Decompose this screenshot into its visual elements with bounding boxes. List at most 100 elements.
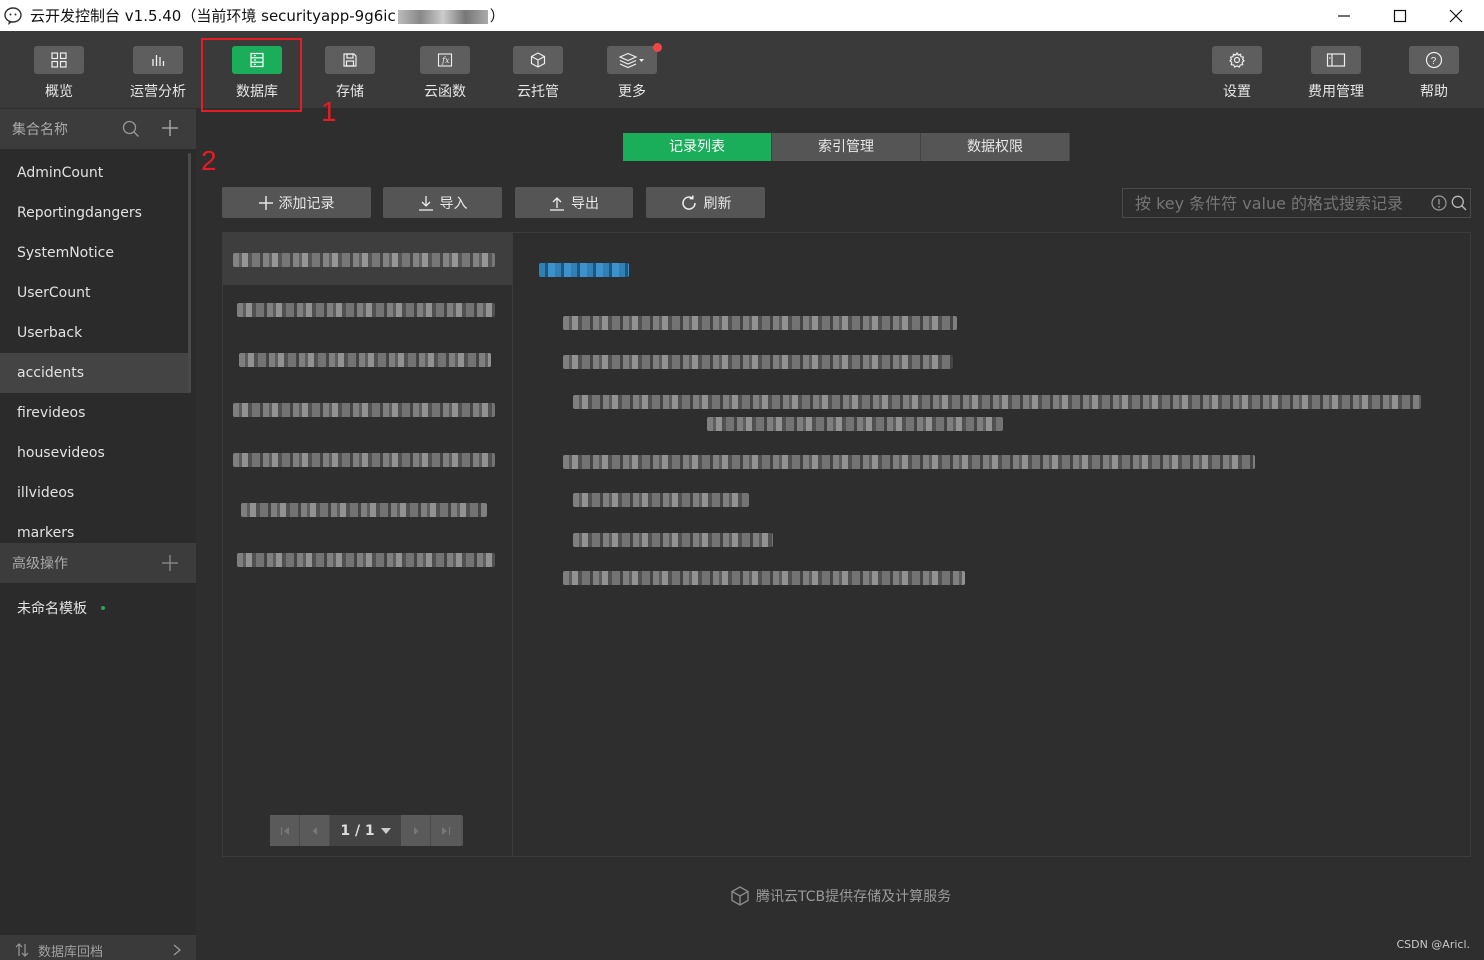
record-id-redacted[interactable] <box>239 353 491 367</box>
collection-item[interactable]: AdminCount <box>0 153 188 193</box>
template-item[interactable]: 未命名模板 <box>17 598 105 618</box>
tool-cloud-hosting[interactable]: 云托管 <box>498 46 578 101</box>
field-redacted[interactable] <box>573 533 773 547</box>
tool-label: 云函数 <box>424 84 466 100</box>
upload-icon <box>550 196 564 211</box>
bar-chart-icon <box>133 46 183 74</box>
collection-item[interactable]: UserCount <box>0 273 188 313</box>
collection-item[interactable]: SystemNotice <box>0 233 188 273</box>
add-record-button[interactable]: 添加记录 <box>222 187 371 218</box>
collection-item[interactable]: Userback <box>0 313 188 353</box>
record-id-redacted[interactable] <box>233 253 495 267</box>
advanced-header-label: 高级操作 <box>12 556 68 572</box>
close-button[interactable] <box>1428 0 1484 31</box>
chevron-right-icon <box>173 944 182 956</box>
import-button[interactable]: 导入 <box>383 187 502 218</box>
page-indicator: 1 / 1 <box>340 822 375 839</box>
add-collection-icon[interactable] <box>161 119 179 137</box>
annotation-number-1: 1 <box>321 96 337 127</box>
record-id-redacted[interactable] <box>233 403 495 417</box>
record-search-input[interactable] <box>1123 193 1430 213</box>
watermark: CSDN @Aricl. <box>1396 938 1470 951</box>
field-redacted[interactable] <box>563 455 1255 469</box>
collection-list: AdminCount Reportingdangers SystemNotice… <box>0 153 188 539</box>
notification-dot <box>653 43 662 52</box>
download-icon <box>418 195 433 211</box>
annotation-box-database <box>201 38 302 112</box>
prev-page-button[interactable] <box>300 815 330 846</box>
tool-label: 帮助 <box>1420 84 1448 100</box>
collection-item[interactable]: markers <box>0 513 188 539</box>
advanced-header: 高级操作 <box>0 543 196 583</box>
record-list <box>223 233 513 856</box>
record-id-redacted[interactable] <box>237 553 495 567</box>
tool-more[interactable]: 更多 <box>592 46 672 101</box>
tab-index-management[interactable]: 索引管理 <box>772 133 921 161</box>
search-icon[interactable] <box>122 120 140 138</box>
tool-label: 概览 <box>45 84 73 100</box>
tool-label: 存储 <box>336 84 364 100</box>
tool-billing[interactable]: 费用管理 <box>1296 46 1376 101</box>
plus-icon <box>258 195 273 210</box>
cube-icon <box>513 46 563 74</box>
database-rollback-label: 数据库回档 <box>38 944 104 960</box>
pagination: 1 / 1 <box>270 815 463 846</box>
template-name: 未命名模板 <box>17 601 87 617</box>
chevron-down-icon <box>380 827 391 834</box>
template-status-dot <box>101 606 105 610</box>
add-template-icon[interactable] <box>161 554 179 572</box>
refresh-icon <box>681 195 696 210</box>
tool-settings[interactable]: 设置 <box>1197 46 1277 101</box>
tencent-cloud-logo-icon <box>731 886 749 906</box>
tool-overview[interactable]: 概览 <box>19 46 99 101</box>
first-page-button[interactable] <box>270 815 300 846</box>
record-id-redacted[interactable] <box>233 453 495 467</box>
svg-text:fx: fx <box>441 56 450 65</box>
minimize-button[interactable] <box>1316 0 1372 31</box>
database-rollback-button[interactable]: 数据库回档 <box>0 935 196 960</box>
field-redacted[interactable] <box>573 395 1421 409</box>
layers-icon <box>607 46 657 74</box>
tool-storage[interactable]: 存储 <box>310 46 390 101</box>
page-select[interactable]: 1 / 1 <box>330 815 401 846</box>
wechat-devtools-icon <box>4 6 22 25</box>
collection-header: 集合名称 <box>0 109 196 149</box>
collection-item-selected[interactable]: accidents <box>0 353 188 393</box>
collection-header-label: 集合名称 <box>12 122 68 138</box>
tab-data-permissions[interactable]: 数据权限 <box>921 133 1070 161</box>
field-redacted[interactable] <box>563 316 957 330</box>
sidebar: 集合名称 AdminCount Reportingdangers SystemN… <box>0 109 196 960</box>
sidebar-scrollbar[interactable] <box>188 153 191 393</box>
service-footer: 腾讯云TCB提供存储及计算服务 <box>730 886 951 906</box>
svg-text:?: ? <box>1431 56 1437 67</box>
import-label: 导入 <box>439 195 468 212</box>
title-bar: 云开发控制台 v1.5.40（当前环境 securityapp-9g6ic ） <box>0 0 1484 31</box>
record-id-redacted[interactable] <box>241 503 487 517</box>
grid-icon <box>34 46 84 74</box>
collection-item[interactable]: housevideos <box>0 433 188 473</box>
last-page-button[interactable] <box>431 815 461 846</box>
refresh-button[interactable]: 刷新 <box>646 187 765 218</box>
search-icon[interactable] <box>1450 194 1468 212</box>
collection-item[interactable]: Reportingdangers <box>0 193 188 233</box>
next-page-button[interactable] <box>401 815 431 846</box>
tool-analytics[interactable]: 运营分析 <box>118 46 198 101</box>
maximize-button[interactable] <box>1372 0 1428 31</box>
record-search <box>1122 188 1471 218</box>
sort-arrows-icon <box>15 943 29 957</box>
field-redacted[interactable] <box>573 493 749 507</box>
collection-item[interactable]: firevideos <box>0 393 188 433</box>
tool-functions[interactable]: fx 云函数 <box>405 46 485 101</box>
add-record-label: 添加记录 <box>278 195 335 212</box>
record-id-redacted[interactable] <box>237 303 495 317</box>
window-title: 云开发控制台 v1.5.40（当前环境 securityapp-9g6ic ） <box>30 5 505 26</box>
tool-help[interactable]: ? 帮助 <box>1394 46 1474 101</box>
export-button[interactable]: 导出 <box>515 187 633 218</box>
info-icon[interactable] <box>1430 194 1448 212</box>
field-redacted[interactable] <box>563 571 965 585</box>
collection-item[interactable]: illvideos <box>0 473 188 513</box>
tab-record-list[interactable]: 记录列表 <box>623 133 772 161</box>
field-redacted[interactable] <box>563 355 953 369</box>
save-icon <box>325 46 375 74</box>
field-redacted[interactable] <box>707 417 1003 431</box>
